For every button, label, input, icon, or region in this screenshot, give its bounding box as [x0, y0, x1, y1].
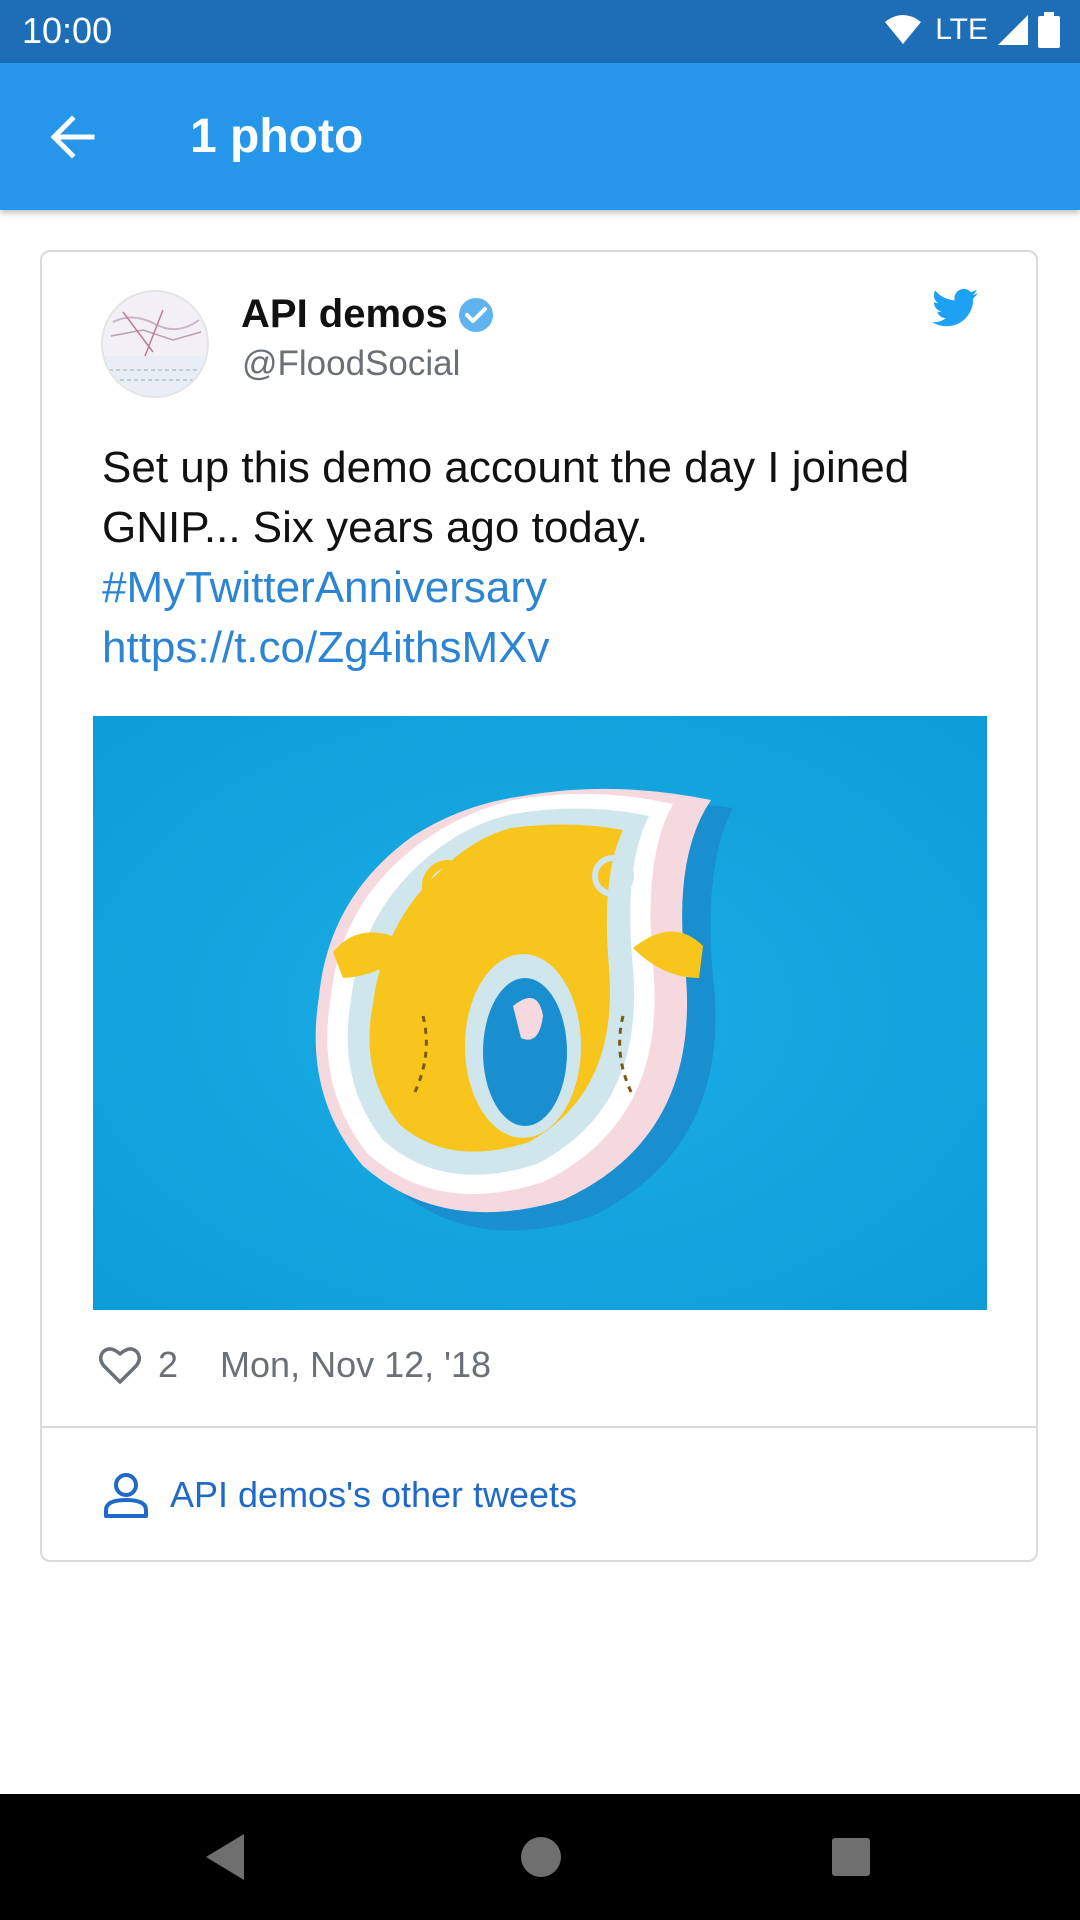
other-tweets-label: API demos's other tweets [170, 1474, 578, 1515]
avatar-image [103, 292, 207, 396]
tweet-card: API demos @FloodSocial Set up this demo … [40, 250, 1038, 1562]
twitter-logo-icon[interactable] [932, 288, 978, 328]
signal-icon [998, 15, 1028, 45]
tweet-meta: 2 Mon, Nov 12, '18 [98, 1344, 491, 1386]
avatar[interactable] [101, 290, 209, 398]
anniversary-six-image [93, 716, 987, 1310]
heart-icon[interactable] [98, 1345, 142, 1385]
tweet-text: Set up this demo account the day I joine… [102, 438, 982, 678]
navigation-bar [0, 1794, 1080, 1920]
tweet-photo[interactable] [93, 716, 987, 1310]
like-count: 2 [158, 1344, 179, 1385]
url-link[interactable]: https://t.co/Zg4ithsMXv [102, 618, 982, 678]
arrow-back-icon [50, 115, 95, 159]
user-handle[interactable]: @FloodSocial [242, 344, 460, 384]
tweet-body: Set up this demo account the day I joine… [102, 443, 910, 552]
nav-back-icon[interactable] [204, 1832, 246, 1882]
back-button[interactable] [44, 107, 104, 167]
user-name-text: API demos [241, 292, 448, 336]
user-name[interactable]: API demos [241, 292, 496, 337]
wifi-icon [885, 15, 922, 44]
status-time: 10:00 [22, 10, 113, 51]
other-tweets-button[interactable]: API demos's other tweets [42, 1428, 1036, 1560]
nav-home-icon[interactable] [520, 1832, 562, 1882]
status-bar: 10:00 LTE [0, 0, 1080, 63]
battery-icon [1038, 12, 1060, 48]
person-icon [104, 1473, 148, 1518]
hashtag-link[interactable]: #MyTwitterAnniversary [102, 558, 982, 618]
app-bar: 1 photo [0, 63, 1080, 210]
tweet-date: Mon, Nov 12, '18 [220, 1344, 492, 1385]
verified-badge-icon [458, 297, 493, 332]
status-icons: LTE [883, 12, 1060, 48]
nav-recents-icon[interactable] [830, 1832, 872, 1882]
network-type: LTE [935, 13, 988, 46]
page-title: 1 photo [190, 110, 364, 163]
